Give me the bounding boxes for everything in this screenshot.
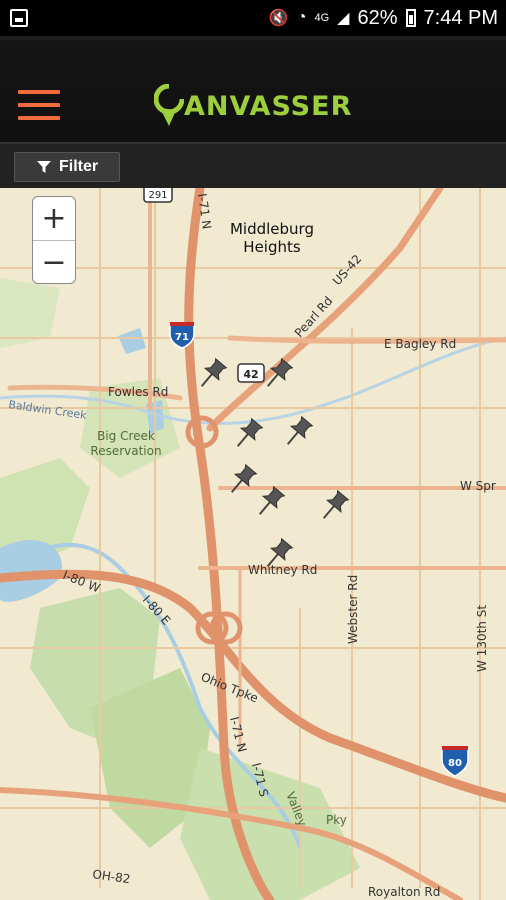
oh82-label: OH-82	[92, 867, 132, 886]
us-42-shield: 42	[237, 363, 265, 383]
svg-text:71: 71	[175, 332, 189, 343]
pushpin-marker[interactable]	[253, 485, 286, 520]
map-view[interactable]: 71 80 42 291 Middleburg Heights Pearl Rd…	[0, 188, 506, 900]
map-canvas[interactable]: 71 80 42 291 Middleburg Heights Pearl Rd…	[0, 188, 506, 900]
webster-rd-label: Webster Rd	[346, 575, 360, 644]
location-pin-icon	[154, 84, 184, 126]
wifi-icon: ◔	[296, 9, 307, 26]
us42-road-label: US-42	[330, 252, 364, 288]
i71-n-label: I-71 N	[227, 715, 249, 753]
clock: 7:44 PM	[423, 6, 498, 29]
w-spr-label: W Spr	[460, 479, 496, 493]
pushpin-marker[interactable]	[195, 357, 228, 392]
network-type: 4G	[314, 12, 330, 24]
menu-bar	[18, 103, 60, 107]
canvasser-logo: ANVASSER	[154, 82, 352, 130]
filter-bar: Filter	[0, 142, 506, 188]
e-bagley-rd-label: E Bagley Rd	[384, 337, 456, 351]
menu-bar	[18, 90, 60, 94]
gallery-notification-icon	[10, 9, 28, 27]
pushpin-marker[interactable]	[225, 463, 258, 498]
svg-text:80: 80	[448, 758, 462, 769]
battery-icon	[405, 9, 416, 27]
big-creek-label: Big Creek	[97, 429, 155, 443]
svg-text:42: 42	[243, 368, 258, 381]
fowles-rd-label: Fowles Rd	[108, 385, 168, 399]
app-bar: ANVASSER	[0, 36, 506, 142]
status-icons: 🔇 ◔ 4G ◢ 62% 7:44 PM	[269, 6, 498, 30]
whitney-rd-label: Whitney Rd	[248, 563, 317, 577]
royalton-rd-label: Royalton Rd	[368, 885, 440, 899]
middleburg-label: Middleburg	[230, 220, 314, 238]
filter-button[interactable]: Filter	[14, 152, 120, 182]
pky-label: Pky	[326, 813, 347, 827]
pushpin-marker[interactable]	[281, 415, 314, 450]
svg-text:291: 291	[148, 190, 167, 201]
filter-label: Filter	[59, 158, 99, 175]
baldwin-creek-label: Baldwin Creek	[8, 398, 88, 422]
hamburger-menu-button[interactable]	[18, 90, 62, 122]
mute-icon: 🔇	[268, 10, 289, 27]
zoom-out-button[interactable]: −	[33, 241, 75, 284]
status-bar: 🔇 ◔ 4G ◢ 62% 7:44 PM	[0, 0, 506, 36]
menu-bar	[18, 116, 60, 120]
zoom-control: + −	[32, 196, 76, 284]
w-130th-st-label: W 130th St	[475, 605, 489, 672]
battery-percent: 62%	[357, 6, 398, 29]
canvass-pins[interactable]	[195, 357, 350, 572]
zoom-in-button[interactable]: +	[33, 197, 75, 241]
heights-label: Heights	[243, 238, 301, 256]
pushpin-marker[interactable]	[317, 489, 350, 524]
water-area	[118, 328, 146, 354]
logo-text: ANVASSER	[184, 90, 353, 122]
reservation-label: Reservation	[90, 444, 161, 458]
interstate-80-shield: 80	[441, 746, 469, 777]
signal-icon: ◢	[337, 10, 350, 27]
route-291-shield: 291	[143, 188, 173, 203]
funnel-icon	[37, 161, 51, 173]
